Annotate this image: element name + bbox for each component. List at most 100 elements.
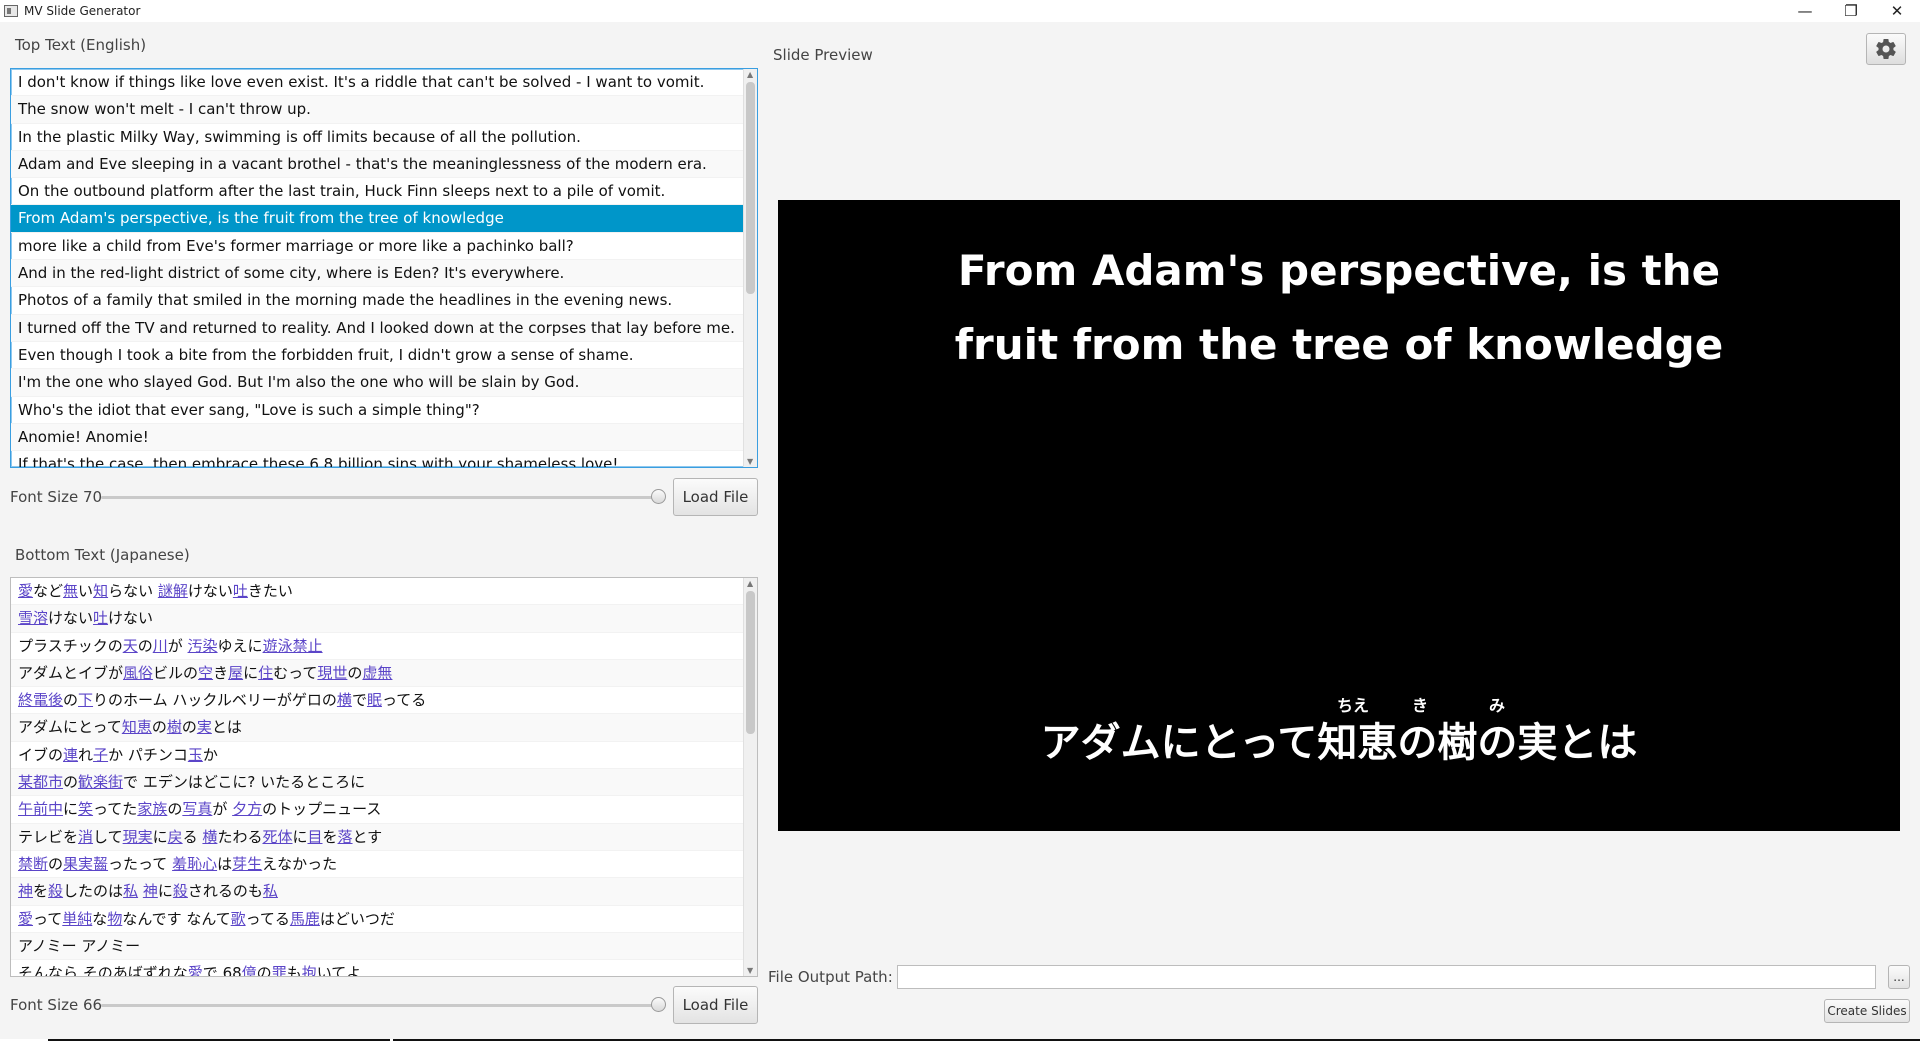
scroll-thumb[interactable] [746, 82, 755, 294]
top-text-list-item[interactable]: Photos of a family that smiled in the mo… [11, 287, 743, 315]
bottom-text-list-item[interactable]: イブの連れ子か パチンコ玉か [11, 742, 743, 770]
kana-segment: き [213, 663, 229, 682]
kana-segment: きたい [247, 582, 293, 600]
kana-segment: のトップニュース [262, 800, 382, 819]
bottom-font-size-slider-thumb[interactable] [651, 997, 666, 1012]
bottom-text-list-item[interactable]: 終電後の下りのホーム ハックルベリーがゲロの横で眠ってる [11, 687, 743, 715]
minimize-button[interactable]: — [1782, 0, 1828, 22]
bottom-text-list-item[interactable]: アダムにとって知恵の樹の実とは [11, 714, 743, 742]
slide-preview: From Adam's perspective, is the fruit fr… [778, 200, 1900, 831]
top-text-list-item[interactable]: The snow won't melt - I can't throw up. [11, 96, 743, 124]
kanji-segment: 知 [93, 582, 109, 600]
top-text-label: Top Text (English) [15, 36, 147, 54]
kana-segment: なんです なんて [122, 909, 231, 928]
top-text-list-item[interactable]: And in the red-light district of some ci… [11, 260, 743, 288]
kanji-segment: 億 [241, 964, 257, 977]
kana-segment: アノミー アノミー [18, 936, 141, 955]
kanji-segment: 単純 [62, 909, 93, 928]
kana-segment: に [152, 827, 168, 846]
scroll-up-icon[interactable]: ▲ [747, 70, 753, 79]
kana-segment: とす [352, 827, 383, 846]
bottom-text-list-item[interactable]: プラスチックの天の川が 汚染ゆえに遊泳禁止 [11, 633, 743, 660]
top-text-list-item[interactable]: Anomie! Anomie! [11, 423, 743, 452]
top-text-list-item[interactable]: I don't know if things like love even ex… [11, 69, 743, 97]
kanji-segment: 空 [198, 663, 214, 682]
window-title: MV Slide Generator [24, 4, 141, 18]
kana-segment: を [322, 827, 338, 846]
close-button[interactable]: ✕ [1874, 0, 1920, 22]
gear-icon [1876, 39, 1896, 60]
top-text-list-item[interactable]: Even though I took a bite from the forbi… [11, 342, 743, 370]
kanji-segment: 吐 [93, 609, 109, 628]
bottom-text-label: Bottom Text (Japanese) [15, 546, 190, 564]
kanji-segment: 下 [78, 691, 94, 710]
slide-preview-label: Slide Preview [773, 46, 873, 64]
bottom-text-list-item[interactable]: そんなら そのあばずれな愛で 68億の罪も抱いてよ [11, 960, 743, 977]
restore-button[interactable]: ❐ [1828, 0, 1874, 22]
top-text-list-item[interactable]: Who's the idiot that ever sang, "Love is… [11, 397, 743, 424]
kanji-segment: 馬鹿 [289, 909, 320, 928]
kana-segment: イブの [18, 745, 64, 764]
top-text-list-item[interactable]: I turned off the TV and returned to real… [11, 314, 743, 342]
bottom-text-list[interactable]: 愛など無い知らない 謎解けない吐きたい 雪溶けない吐けない プラスチックの天の川が … [10, 577, 758, 977]
kana-segment: に [157, 882, 173, 901]
bottom-font-size-slider[interactable] [101, 1004, 659, 1007]
kanji-segment: 歓楽街 [78, 773, 124, 792]
kana-segment: に [243, 663, 259, 682]
kana-segment: が [212, 800, 233, 819]
top-text-list-item[interactable]: On the outbound platform after the last … [11, 178, 743, 206]
top-text-list[interactable]: I don't know if things like love even ex… [10, 68, 758, 468]
scroll-down-icon[interactable]: ▼ [747, 457, 753, 466]
top-font-size-slider-thumb[interactable] [651, 489, 666, 504]
scroll-thumb[interactable] [746, 591, 755, 734]
kana-segment: ゆえに [217, 636, 263, 655]
bottom-text-list-item[interactable]: 某都市の歓楽街で エデンはどこに? いたるところに [11, 769, 743, 797]
bottom-text-list-item[interactable]: 神を殺したのは私 神に殺されるのも私 [11, 878, 743, 906]
bottom-text-list-item[interactable]: テレビを消して現実に戻る 横たわる死体に目を落とす [11, 823, 743, 851]
kana-segment: アダムとイブが [18, 663, 124, 682]
kanji-segment: 家族 [137, 800, 168, 819]
kana-segment: れ [78, 745, 94, 764]
kana-segment: など [33, 582, 64, 600]
top-text-list-item[interactable]: more like a child from Eve's former marr… [11, 233, 743, 261]
bottom-text-list-item[interactable]: 午前中に笑ってた家族の写真が 夕方のトップニュース [11, 796, 743, 824]
scroll-up-icon[interactable]: ▲ [747, 579, 753, 588]
kana-segment: ってた [93, 800, 138, 819]
bottom-text-list-item[interactable]: アノミー アノミー [11, 932, 743, 961]
kanji-segment: 果実齧 [63, 854, 109, 873]
kana-segment: けない [187, 582, 233, 600]
create-slides-button[interactable]: Create Slides [1824, 999, 1910, 1023]
kanji-segment: 戻 [167, 827, 183, 846]
top-font-size-slider[interactable] [101, 496, 659, 499]
browse-button[interactable]: ... [1888, 965, 1910, 989]
file-output-path-input[interactable] [897, 965, 1876, 989]
kanji-segment: 眠 [366, 691, 382, 710]
top-text-list-item[interactable]: Adam and Eve sleeping in a vacant brothe… [11, 150, 743, 179]
top-text-list-item[interactable]: From Adam's perspective, is the fruit fr… [11, 205, 743, 233]
bottom-load-file-button[interactable]: Load File [673, 986, 758, 1024]
scroll-down-icon[interactable]: ▼ [747, 966, 753, 975]
settings-button[interactable] [1866, 33, 1906, 65]
bottom-text-list-item[interactable]: 雪溶けない吐けない [11, 605, 743, 633]
restore-icon: ❐ [1844, 2, 1858, 20]
bottom-text-list-item[interactable]: アダムとイブが風俗ビルの空き屋に住むって現世の虚無 [11, 659, 743, 688]
top-text-list-item[interactable]: In the plastic Milky Way, swimming is of… [11, 124, 743, 151]
kana-segment: が [167, 636, 188, 655]
kana-segment: い [78, 582, 94, 600]
top-text-list-item[interactable]: If that's the case, then embrace these 6… [11, 451, 743, 467]
top-text-list-item[interactable]: I'm the one who slayed God. But I'm also… [11, 369, 743, 397]
preview-top-text: From Adam's perspective, is the fruit fr… [778, 234, 1900, 382]
top-list-scrollbar[interactable]: ▲ ▼ [743, 69, 757, 467]
file-output-path-label: File Output Path: [768, 968, 893, 986]
kana-segment: ビルの [153, 663, 199, 682]
kana-segment: りのホーム ハックルベリーがゲロの [93, 691, 337, 710]
bottom-text-list-item[interactable]: 愛など無い知らない 謎解けない吐きたい [11, 578, 743, 606]
bottom-text-list-item[interactable]: 愛って単純な物なんです なんて歌ってる馬鹿はどいつだ [11, 906, 743, 933]
kanji-segment: 神 [18, 882, 34, 901]
kanji-segment: 虚無 [362, 663, 393, 682]
bottom-list-scrollbar[interactable]: ▲ ▼ [743, 578, 757, 976]
kanji-segment: 消 [78, 827, 94, 846]
bottom-text-list-item[interactable]: 禁断の果実齧ったって 羞恥心は芽生えなかった [11, 851, 743, 879]
top-load-file-button[interactable]: Load File [673, 478, 758, 516]
kanji-segment: 遊泳禁止 [262, 636, 323, 655]
